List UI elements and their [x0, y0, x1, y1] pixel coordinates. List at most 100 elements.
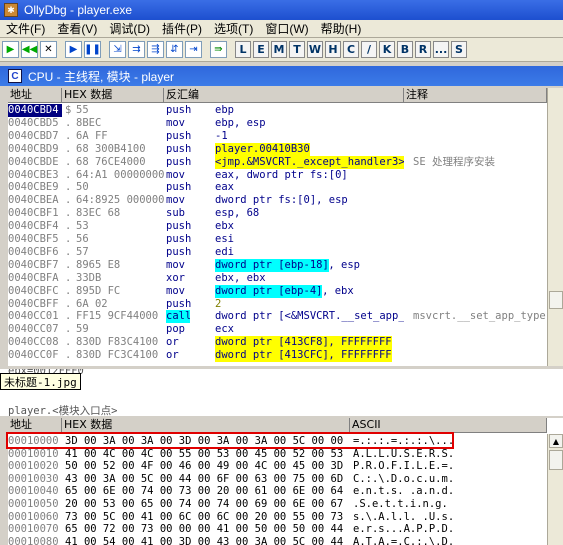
references-button[interactable]: R — [415, 41, 431, 58]
disasm-mark: . — [65, 271, 72, 284]
close-icon[interactable]: ✕ — [40, 41, 57, 58]
disasm-operand: dword ptr [413CF8] — [215, 336, 329, 350]
goto-icon[interactable]: ⇛ — [210, 41, 227, 58]
disasm-row[interactable]: 0040CBF4. 53 push ebx — [8, 220, 547, 233]
source-button[interactable]: S — [451, 41, 467, 58]
dump-row[interactable]: 00010030 43 00 3A 00 5C 00 44 00 6F 00 63… — [8, 473, 547, 486]
disasm-comment — [413, 272, 547, 285]
disasm-row[interactable]: 0040CBF1. 83EC 68 sub esp, 68 — [8, 207, 547, 220]
disasm-operand: ebx, ebx — [215, 271, 266, 284]
disasm-mark: . — [65, 207, 72, 220]
dump-ascii: A.L.L.U.S.E.R.S. — [353, 447, 455, 460]
disasm-comment — [413, 298, 547, 311]
dump-address: 00010010 — [8, 447, 59, 460]
disasm-row[interactable]: 0040CBE3. 64:A1 00000000 mov eax, dword ptr… — [8, 169, 547, 182]
dump-header-ascii[interactable]: ASCII — [350, 418, 547, 433]
menu-help[interactable]: 帮助(H) — [315, 20, 368, 37]
menu-window[interactable]: 窗口(W) — [259, 20, 314, 37]
disasm-address: 0040CC08 — [8, 336, 59, 349]
disasm-row[interactable]: 0040CBFA. 33DB xor ebx, ebx — [8, 272, 547, 285]
execute-till-return-icon[interactable]: ⇥ — [185, 41, 202, 58]
windows-button[interactable]: W — [307, 41, 323, 58]
log-window-button[interactable]: L — [235, 41, 251, 58]
dump-row[interactable]: 00010020 50 00 52 00 4F 00 46 00 49 00 4C… — [8, 460, 547, 473]
disasm-address: 0040CBD4 — [8, 104, 62, 117]
run-trace-button[interactable]: ... — [433, 41, 449, 58]
modules-button[interactable]: E — [253, 41, 269, 58]
disasm-mnemonic: push — [166, 155, 192, 168]
disasm-row[interactable]: 0040CBDE. 68 76CE4000 push <jmp.&MSVCRT._ex… — [8, 155, 547, 169]
disasm-row[interactable]: 0040CC07. 59 pop ecx — [8, 323, 547, 336]
dump-row[interactable]: 00010080 41 00 54 00 41 00 3D 00 43 00 3A… — [8, 536, 547, 545]
disasm-operand: dword ptr fs:[0], esp — [215, 194, 348, 207]
disasm-mark: . — [65, 142, 72, 155]
disasm-scrollbar[interactable] — [547, 88, 563, 366]
dump-scroll-thumb[interactable] — [549, 450, 563, 470]
disasm-header-hex[interactable]: HEX 数据 — [62, 88, 164, 103]
disasm-operand: -1 — [215, 129, 228, 142]
disasm-row[interactable]: 0040CBF6. 57 push edi — [8, 246, 547, 259]
dump-scrollbar[interactable]: ▲ — [547, 434, 563, 545]
dump-hex: 41 00 4C 00 4C 00 55 00 53 00 45 00 52 0… — [65, 447, 350, 460]
disasm-row[interactable]: 0040CC01. FF15 9CF44000 call dword ptr [<&M… — [8, 310, 547, 324]
disasm-comment — [413, 143, 547, 156]
disasm-mark: . — [65, 233, 72, 245]
dump-row[interactable]: 00010070 65 00 72 00 73 00 00 00 41 00 50… — [8, 523, 547, 536]
disasm-row[interactable]: 0040CBEA. 64:8925 00000000mov dword ptr fs… — [8, 194, 547, 207]
rewind-icon[interactable]: ◀◀ — [21, 41, 38, 58]
step-over-icon[interactable]: ⇉ — [128, 41, 145, 58]
disasm-header-disassembly[interactable]: 反汇编 — [164, 88, 404, 103]
disasm-row[interactable]: 0040CBF7. 8965 E8 mov dword ptr [ebp-18], e… — [8, 258, 547, 272]
disasm-row[interactable]: 0040CC0F. 830D FC3C4100 FFor dword ptr [41… — [8, 349, 547, 363]
disasm-address: 0040CBFC — [8, 284, 59, 297]
disasm-header-address[interactable]: 地址 — [8, 88, 62, 103]
disasm-mark: . — [65, 129, 72, 142]
step-into-icon[interactable]: ⇲ — [109, 41, 126, 58]
disasm-mark: $ — [65, 104, 72, 116]
disasm-row[interactable]: 0040CBFF. 6A 02 push 2 — [8, 298, 547, 311]
disasm-row[interactable]: 0040CBD7. 6A FF push -1 — [8, 130, 547, 143]
cpu-window-icon: C — [8, 69, 22, 83]
disasm-row[interactable]: 0040CBF5. 56 push esi — [8, 233, 547, 246]
run-icon[interactable]: ▶ — [65, 41, 82, 58]
disasm-row[interactable]: 0040CC08. 830D F83C4100 FFor dword ptr [41… — [8, 336, 547, 350]
call-stack-button[interactable]: K — [379, 41, 395, 58]
disasm-row[interactable]: 0040CBD9. 68 300B4100 push player.00410B30 — [8, 142, 547, 156]
disasm-comment — [413, 220, 547, 233]
breakpoints-button[interactable]: B — [397, 41, 413, 58]
patches-button[interactable]: / — [361, 41, 377, 58]
dump-scroll-up-icon[interactable]: ▲ — [549, 434, 563, 448]
disasm-mnemonic: push — [166, 104, 192, 116]
disassembly-pane[interactable]: 地址 HEX 数据 反汇编 注释 0040CBD4 $55 push ebp 0040C… — [8, 88, 563, 366]
disasm-mark: . — [65, 181, 72, 194]
disasm-header-comment[interactable]: 注释 — [404, 88, 547, 103]
threads-button[interactable]: T — [289, 41, 305, 58]
menu-file[interactable]: 文件(F) — [0, 20, 51, 37]
disasm-mark: . — [65, 168, 72, 181]
cpu-button[interactable]: C — [343, 41, 359, 58]
handles-button[interactable]: H — [325, 41, 341, 58]
dump-hex: 43 00 3A 00 5C 00 44 00 6F 00 63 00 75 0… — [65, 472, 350, 485]
dump-row[interactable]: 00010060 73 00 5C 00 41 00 6C 00 6C 00 20… — [8, 511, 547, 524]
menu-plugins[interactable]: 插件(P) — [156, 20, 208, 37]
disasm-row[interactable]: 0040CBFC. 895D FC mov dword ptr [ebp-4], eb… — [8, 284, 547, 298]
trace-into-icon[interactable]: ⇶ — [147, 41, 164, 58]
disasm-row[interactable]: 0040CBD4 $55 push ebp — [8, 104, 547, 117]
menu-view[interactable]: 查看(V) — [51, 20, 103, 37]
disasm-comment — [413, 130, 547, 143]
memory-button[interactable]: M — [271, 41, 287, 58]
dump-header-address[interactable]: 地址 — [8, 418, 62, 433]
dump-row[interactable]: 00010010 41 00 4C 00 4C 00 55 00 53 00 45… — [8, 448, 547, 461]
disasm-row[interactable]: 0040CBE9. 50 push eax — [8, 181, 547, 194]
dump-header-hex[interactable]: HEX 数据 — [62, 418, 350, 433]
dump-row[interactable]: 00010050 20 00 53 00 65 00 74 00 74 00 69… — [8, 498, 547, 511]
open-icon[interactable]: ▶ — [2, 41, 19, 58]
pause-icon[interactable]: ❚❚ — [84, 41, 101, 58]
trace-over-icon[interactable]: ⇵ — [166, 41, 183, 58]
menu-options[interactable]: 选项(T) — [208, 20, 259, 37]
menu-debug[interactable]: 调试(D) — [103, 20, 156, 37]
disasm-scroll-thumb[interactable] — [549, 291, 563, 309]
disasm-row[interactable]: 0040CBD5. 8BEC mov ebp, esp — [8, 117, 547, 130]
cpu-window-titlebar: C CPU - 主线程, 模块 - player — [0, 66, 563, 86]
dump-row[interactable]: 00010040 65 00 6E 00 74 00 73 00 20 00 61… — [8, 485, 547, 498]
